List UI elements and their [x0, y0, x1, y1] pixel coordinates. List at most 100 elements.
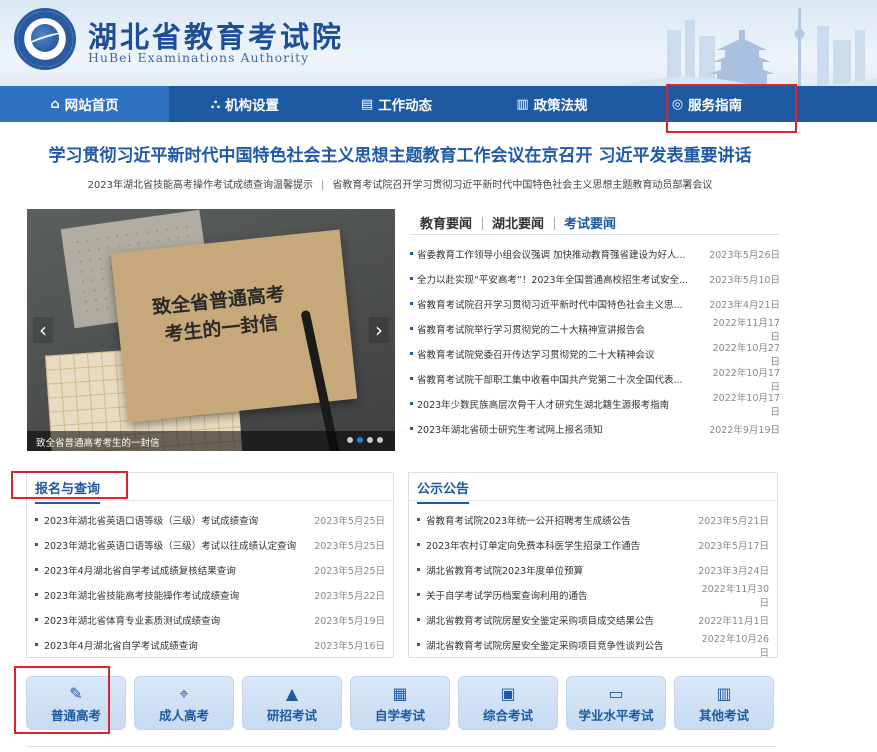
item-title[interactable]: 省教育考试院党委召开传达学习贯彻党的二十大精神会议 — [417, 347, 706, 361]
bullet-icon — [35, 593, 38, 596]
list-item[interactable]: 湖北省教育考试院房屋安全鉴定采购项目竞争性谈判公告 2022年10月26日 — [417, 632, 769, 659]
carousel-prev-button[interactable]: ‹ — [33, 317, 53, 343]
bullet-icon — [35, 643, 38, 646]
bullet-icon — [35, 618, 38, 621]
item-title[interactable]: 湖北省教育考试院2023年度单位预算 — [426, 563, 695, 577]
nav-organization[interactable]: ⛬ 机构设置 — [169, 86, 321, 122]
sublink[interactable]: 2023年湖北省技能高考操作考试成绩查询温馨提示 — [88, 180, 313, 191]
tab-education-news[interactable]: 教育要闻 — [410, 209, 482, 234]
bullet-icon — [410, 427, 413, 430]
notice-panel: 公示公告 省教育考试院2023年统一公开招聘考生成绩公告 2023年5月21日 2… — [408, 472, 778, 659]
sublink[interactable]: 省教育考试院召开学习贯彻习近平新时代中国特色社会主义思想主题教育动员部署会议 — [332, 180, 712, 191]
item-title[interactable]: 2023年湖北省英语口语等级（三级）考试以往成绩认定查询 — [44, 538, 311, 552]
item-date: 2022年11月1日 — [698, 615, 769, 627]
carousel-next-button[interactable]: › — [369, 317, 389, 343]
service-label: 其他考试 — [698, 708, 749, 723]
list-item[interactable]: 省委教育工作领导小组会议强调 加快推动教育强省建设为好人... 2023年5月26… — [410, 241, 780, 266]
service-self-study-button[interactable]: ▦ 自学考试 — [350, 676, 450, 730]
service-other-button[interactable]: ▥ 其他考试 — [674, 676, 774, 730]
item-date: 2023年5月10日 — [709, 274, 780, 286]
item-date: 2022年11月17日 — [712, 317, 780, 343]
list-item[interactable]: 2023年湖北省体育专业素质测试成绩查询 2023年5月19日 — [35, 607, 385, 632]
nav-home[interactable]: ⌂ 网站首页 — [0, 86, 169, 122]
bullet-icon — [417, 568, 420, 571]
list-item[interactable]: 湖北省教育考试院房屋安全鉴定采购项目成交结果公告 2022年11月1日 — [417, 607, 769, 632]
graduation-cap-icon: ▲ — [285, 684, 299, 703]
list-item[interactable]: 2023年湖北省英语口语等级（三级）考试以往成绩认定查询 2023年5月25日 — [35, 532, 385, 557]
bullet-icon — [410, 302, 413, 305]
carousel-caption[interactable]: 致全省普通高考考生的一封信 — [36, 435, 160, 449]
register-query-panel: 报名与查询 2023年湖北省英语口语等级（三级）考试成绩查询 2023年5月25日… — [26, 472, 394, 658]
list-item[interactable]: 省教育考试院2023年统一公开招聘考生成绩公告 2023年5月21日 — [417, 507, 769, 532]
list-item[interactable]: 省教育考试院党委召开传达学习贯彻党的二十大精神会议 2022年10月27日 — [410, 341, 780, 368]
item-title[interactable]: 2023年湖北省硕士研究生考试网上报名须知 — [417, 422, 706, 436]
nav-policy[interactable]: ▥ 政策法规 — [472, 86, 632, 122]
bullet-icon — [410, 252, 413, 255]
item-date: 2022年9月19日 — [709, 424, 780, 436]
item-title[interactable]: 2023年湖北省技能高考技能操作考试成绩查询 — [44, 588, 311, 602]
list-item[interactable]: 关于自学考试学历档案查询利用的通告 2022年11月30日 — [417, 582, 769, 609]
globe-icon — [31, 24, 59, 52]
carousel-dot[interactable] — [377, 437, 383, 443]
site-logo[interactable] — [14, 8, 76, 70]
item-date: 2023年5月25日 — [314, 565, 385, 577]
list-item[interactable]: 省教育考试院召开学习贯彻习近平新时代中国特色社会主义思... 2023年4月21日 — [410, 291, 780, 316]
item-date: 2022年10月26日 — [701, 633, 769, 659]
item-title[interactable]: 湖北省教育考试院房屋安全鉴定采购项目成交结果公告 — [426, 613, 695, 627]
item-title[interactable]: 全力以赴实现“平安高考”！2023年全国普通高校招生考试安全... — [417, 272, 706, 286]
service-label: 成人高考 — [158, 708, 209, 723]
highlight-box-service-guide — [666, 84, 797, 133]
item-title[interactable]: 省教育考试院2023年统一公开招聘考生成绩公告 — [426, 513, 695, 527]
list-item[interactable]: 2023年湖北省硕士研究生考试网上报名须知 2022年9月19日 — [410, 416, 780, 441]
item-title[interactable]: 省教育考试院举行学习贯彻党的二十大精神宣讲报告会 — [417, 322, 706, 336]
news-list: 省委教育工作领导小组会议强调 加快推动教育强省建设为好人... 2023年5月26… — [410, 241, 780, 441]
list-item[interactable]: 省教育考试院举行学习贯彻党的二十大精神宣讲报告会 2022年11月17日 — [410, 316, 780, 343]
list-item[interactable]: 2023年湖北省技能高考技能操作考试成绩查询 2023年5月22日 — [35, 582, 385, 607]
list-item[interactable]: 2023年湖北省英语口语等级（三级）考试成绩查询 2023年5月25日 — [35, 507, 385, 532]
site-subtitle: HuBei Examinations Authority — [88, 50, 310, 65]
list-item[interactable]: 省教育考试院干部职工集中收看中国共产党第二十次全国代表... 2022年10月17… — [410, 366, 780, 393]
news-tabs: 教育要闻 湖北要闻 考试要闻 — [410, 209, 780, 235]
item-date: 2023年5月26日 — [709, 249, 780, 261]
item-title[interactable]: 省教育考试院召开学习贯彻习近平新时代中国特色社会主义思... — [417, 297, 706, 311]
item-title[interactable]: 2023年农村订单定向免费本科医学生招录工作通告 — [426, 538, 695, 552]
headline-link[interactable]: 学习贯彻习近平新时代中国特色社会主义思想主题教育工作会议在京召开 习近平发表重要… — [0, 141, 800, 166]
list-item[interactable]: 2023年4月湖北省自学考试成绩查询 2023年5月16日 — [35, 632, 385, 657]
item-title[interactable]: 省教育考试院干部职工集中收看中国共产党第二十次全国代表... — [417, 372, 706, 386]
service-proficiency-button[interactable]: ▭ 学业水平考试 — [566, 676, 666, 730]
list-item[interactable]: 2023年4月湖北省自学考试成绩复核结果查询 2023年5月25日 — [35, 557, 385, 582]
carousel-dot[interactable] — [347, 437, 353, 443]
list-item[interactable]: 湖北省教育考试院2023年度单位预算 2023年3月24日 — [417, 557, 769, 582]
tab-hubei-news[interactable]: 湖北要闻 — [482, 209, 554, 234]
item-title[interactable]: 2023年湖北省英语口语等级（三级）考试成绩查询 — [44, 513, 311, 527]
org-chart-icon: ⛬ — [210, 96, 221, 112]
item-title[interactable]: 省委教育工作领导小组会议强调 加快推动教育强省建设为好人... — [417, 247, 706, 261]
service-label: 综合考试 — [482, 708, 533, 723]
list-item[interactable]: 全力以赴实现“平安高考”！2023年全国普通高校招生考试安全... 2023年5月… — [410, 266, 780, 291]
item-title[interactable]: 2023年4月湖北省自学考试成绩查询 — [44, 638, 311, 652]
list-item[interactable]: 2023年农村订单定向免费本科医学生招录工作通告 2023年5月17日 — [417, 532, 769, 557]
list-item[interactable]: 2023年少数民族高层次骨干人才研究生湖北籍生源报考指南 2022年10月17日 — [410, 391, 780, 418]
service-adult-gaokao-button[interactable]: ⌖ 成人高考 — [134, 676, 234, 730]
item-date: 2023年5月22日 — [314, 590, 385, 602]
service-postgraduate-button[interactable]: ▲ 研招考试 — [242, 676, 342, 730]
service-label: 自学考试 — [374, 708, 425, 723]
carousel-dot[interactable] — [367, 437, 373, 443]
panel-title[interactable]: 公示公告 — [417, 478, 470, 504]
item-title[interactable]: 2023年少数民族高层次骨干人才研究生湖北籍生源报考指南 — [417, 397, 706, 411]
service-comprehensive-button[interactable]: ▣ 综合考试 — [458, 676, 558, 730]
item-date: 2022年10月27日 — [712, 342, 780, 368]
item-date: 2022年11月30日 — [701, 583, 769, 609]
item-title[interactable]: 湖北省教育考试院房屋安全鉴定采购项目竞争性谈判公告 — [426, 638, 695, 652]
item-date: 2023年5月25日 — [314, 515, 385, 527]
service-label: 学业水平考试 — [578, 708, 654, 723]
carousel-dot-active[interactable] — [357, 437, 363, 443]
nav-work-news[interactable]: ▤ 工作动态 — [321, 86, 472, 122]
item-date: 2023年5月17日 — [698, 540, 769, 552]
item-title[interactable]: 2023年湖北省体育专业素质测试成绩查询 — [44, 613, 311, 627]
image-carousel[interactable]: 致全省普通高考 考生的一封信 ‹ › 致全省普通高考考生的一封信 — [27, 209, 395, 451]
item-title[interactable]: 2023年4月湖北省自学考试成绩复核结果查询 — [44, 563, 311, 577]
item-title[interactable]: 关于自学考试学历档案查询利用的通告 — [426, 588, 695, 602]
tab-exam-news[interactable]: 考试要闻 — [554, 209, 626, 234]
carousel-dots — [347, 437, 383, 443]
